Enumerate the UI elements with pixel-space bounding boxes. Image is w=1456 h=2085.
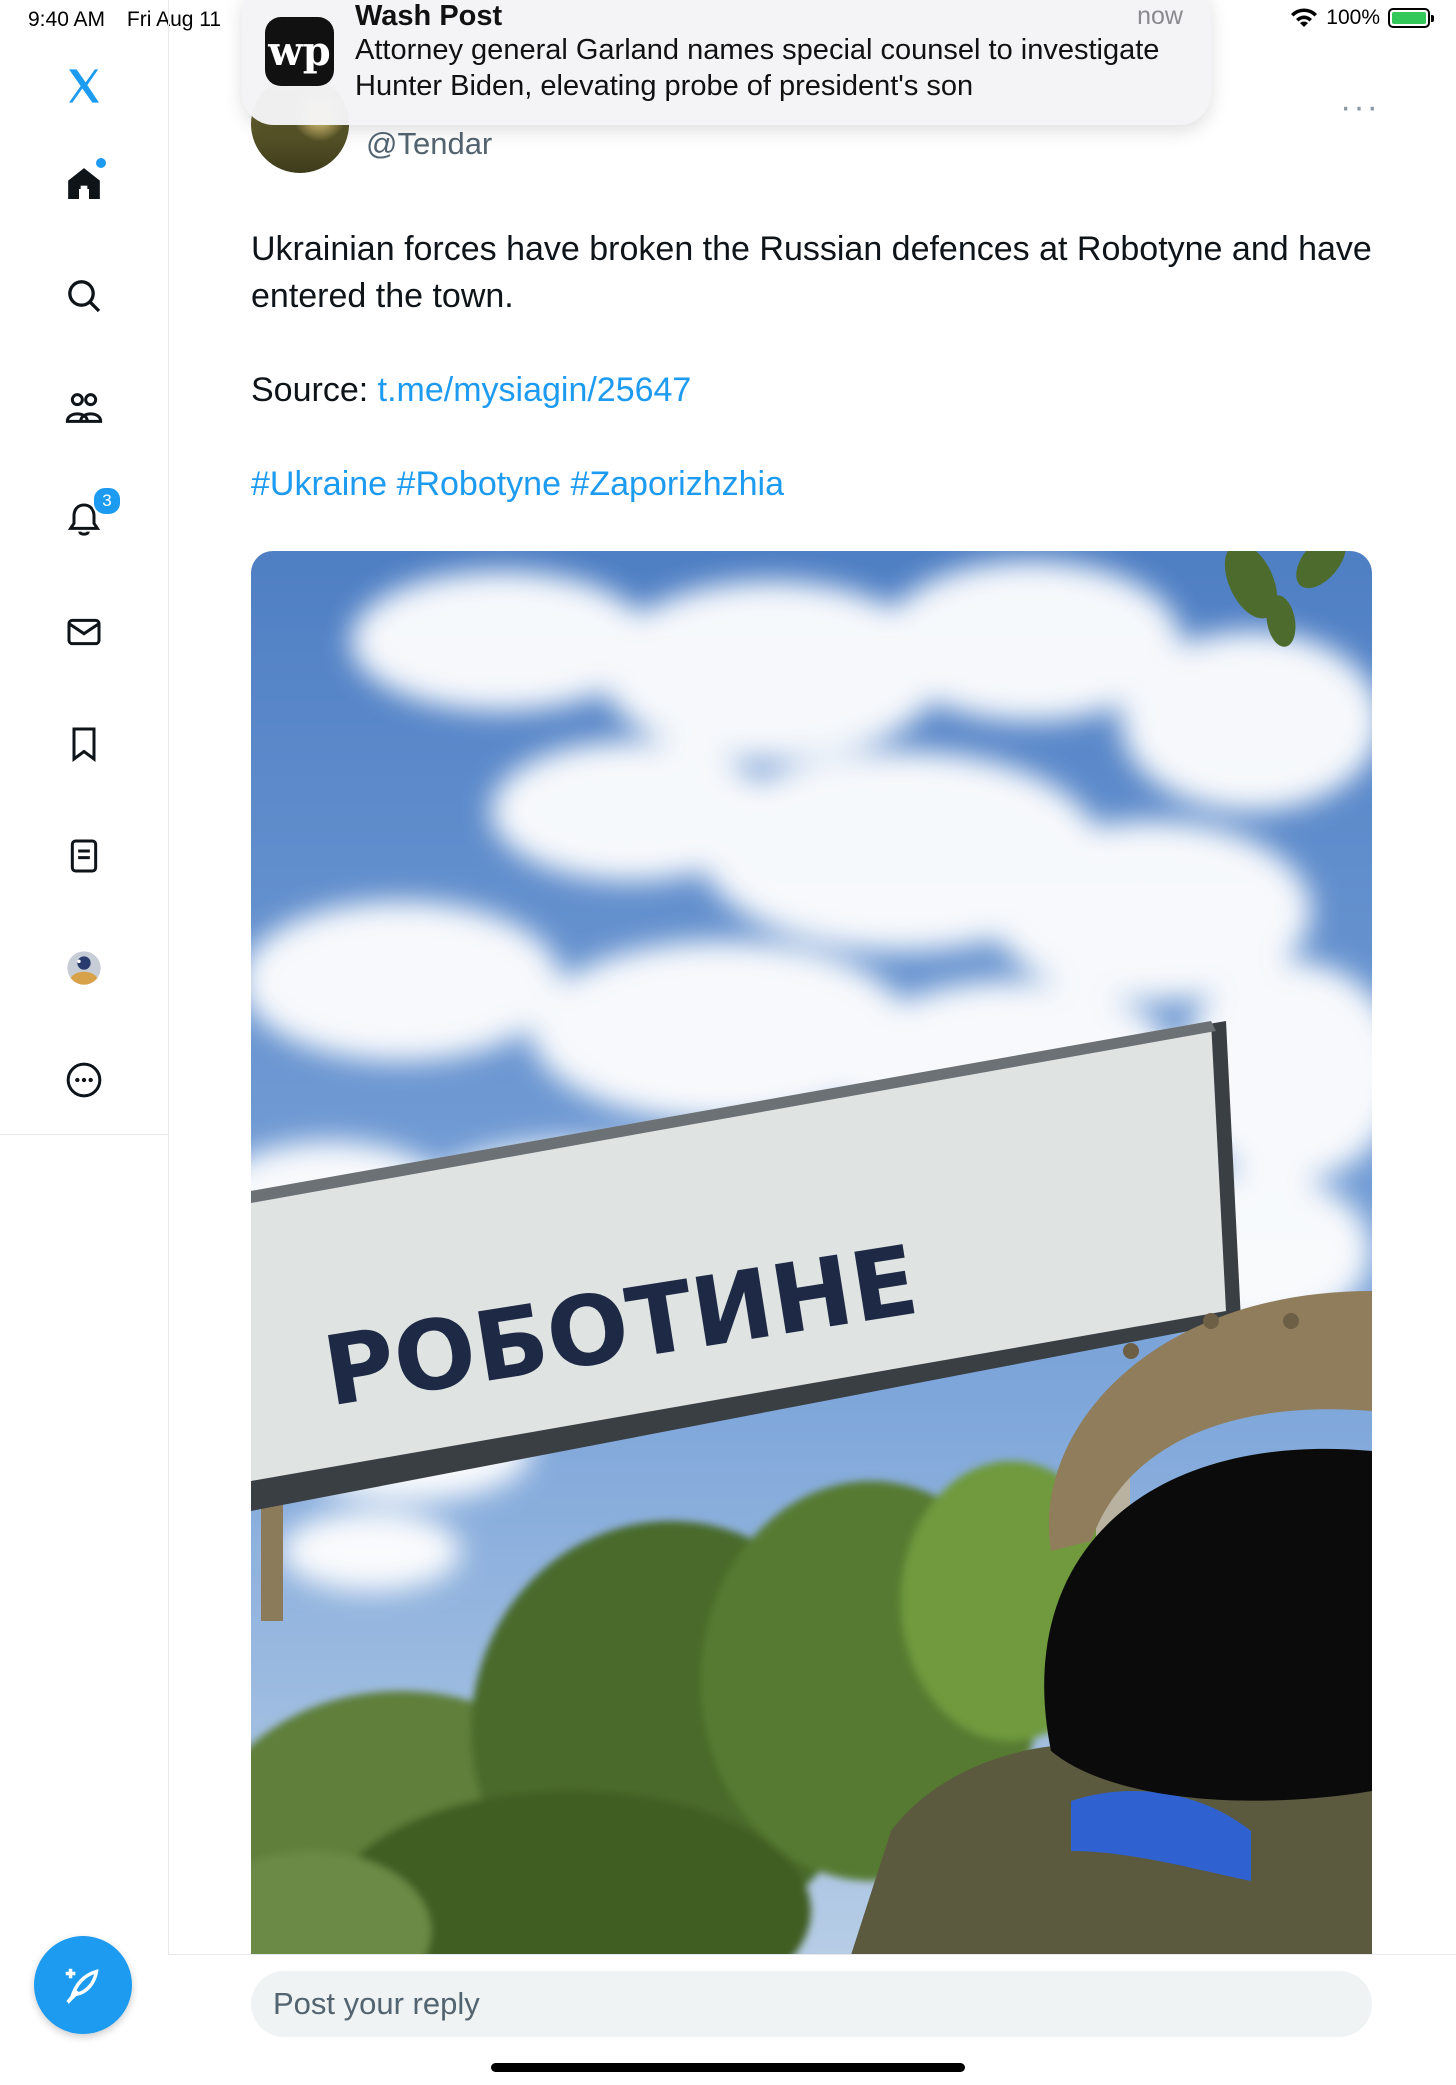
- tweet-hashtags: #Ukraine #Robotyne #Zaporizhzhia: [251, 461, 1381, 508]
- notification-badge: 3: [92, 486, 122, 516]
- sidebar: 3: [0, 0, 169, 2084]
- washington-post-logo-icon: wp: [265, 17, 334, 86]
- sidebar-item-notifications[interactable]: 3: [60, 486, 122, 544]
- tweet-source-line: Source: t.me/mysiagin/25647: [251, 367, 1381, 414]
- hashtag-zaporizhzhia[interactable]: #Zaporizhzhia: [570, 465, 784, 503]
- source-label: Source:: [251, 371, 378, 409]
- status-bar-right: 100%: [1290, 6, 1434, 30]
- sidebar-item-more[interactable]: [60, 1056, 108, 1104]
- home-unread-dot: [96, 158, 106, 168]
- push-notification-banner[interactable]: wp Wash Post now Attorney general Garlan…: [242, 0, 1211, 125]
- compose-post-button[interactable]: [34, 1936, 132, 2034]
- bookmark-icon: [72, 727, 96, 762]
- author-handle[interactable]: @Tendar: [366, 126, 492, 162]
- sidebar-item-explore[interactable]: [60, 272, 108, 320]
- compose-feather-icon: [65, 1968, 99, 2005]
- avatar-icon: [67, 951, 101, 985]
- sidebar-item-lists[interactable]: [60, 832, 108, 880]
- tweet-text: Ukrainian forces have broken the Russian…: [251, 226, 1381, 508]
- battery-icon: [1388, 8, 1434, 28]
- list-icon: [70, 839, 98, 873]
- sidebar-item-messages[interactable]: [60, 608, 108, 656]
- notification-app-name: Wash Post: [355, 0, 503, 32]
- tweet-photo[interactable]: РОБОТИНЕ: [251, 551, 1372, 1955]
- tweet-body: Ukrainian forces have broken the Russian…: [251, 230, 1372, 315]
- notification-body: Attorney general Garland names special c…: [355, 34, 1160, 102]
- more-circle-icon: [66, 1062, 102, 1098]
- x-logo-icon[interactable]: [60, 62, 108, 110]
- hashtag-robotyne[interactable]: #Robotyne: [397, 465, 561, 503]
- hashtag-ukraine[interactable]: #Ukraine: [251, 465, 387, 503]
- search-icon: [68, 280, 101, 313]
- sidebar-item-communities[interactable]: [60, 384, 108, 432]
- sidebar-item-profile[interactable]: [60, 944, 108, 992]
- wifi-icon: [1291, 8, 1318, 27]
- source-link[interactable]: t.me/mysiagin/25647: [378, 371, 692, 409]
- sidebar-item-home[interactable]: [60, 158, 108, 208]
- photo-scene: РОБОТИНЕ: [251, 551, 1372, 1955]
- battery-percent: 100%: [1326, 6, 1380, 29]
- notification-time: now: [1137, 2, 1183, 30]
- sidebar-divider: [0, 1134, 168, 1135]
- reply-input[interactable]: Post your reply: [251, 1971, 1372, 2037]
- more-options-icon[interactable]: ···: [1340, 88, 1380, 127]
- communities-icon: [65, 393, 103, 423]
- home-icon: [68, 168, 100, 199]
- sidebar-item-bookmarks[interactable]: [60, 720, 108, 768]
- mail-icon: [67, 618, 101, 646]
- home-indicator[interactable]: [491, 2063, 965, 2072]
